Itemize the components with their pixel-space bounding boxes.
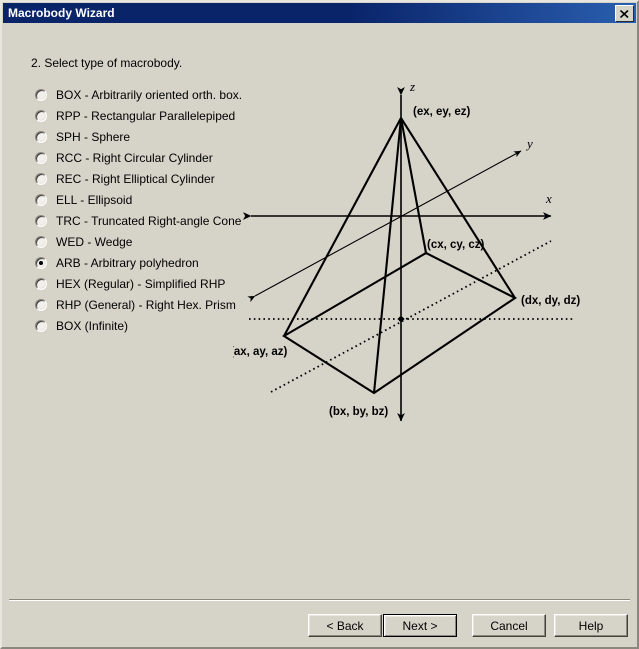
help-button[interactable]: Help [554,614,628,637]
title-bar: Macrobody Wizard [3,3,636,23]
diagram-canvas: z y x (ex, ey, ez) (cx, cy, cz) (dx, dy,… [233,79,580,422]
next-button[interactable]: Next > [383,614,457,637]
radio-option-label: RPP - Rectangular Parallelepiped [56,108,236,123]
radio-option-label: REC - Right Elliptical Cylinder [56,171,215,186]
radio-indicator [35,172,47,185]
radio-option-label: ELL - Ellipsoid [56,192,133,207]
window-title: Macrobody Wizard [8,6,115,20]
close-icon[interactable] [615,5,634,22]
polyhedron-base [281,251,518,395]
radio-option-label: BOX - Arbitrarily oriented orth. box. [56,87,243,102]
radio-indicator [35,277,47,290]
vertex-label-d: (dx, dy, dz) [521,295,580,307]
radio-option-label: ARB - Arbitrary polyhedron [56,255,199,270]
radio-option-label: HEX (Regular) - Simplified RHP [56,276,226,291]
radio-indicator [35,319,47,332]
radio-indicator [35,193,47,206]
vertex-label-e: (ex, ey, ez) [413,106,470,118]
page-title: 2. Select type of macrobody. [31,56,183,70]
macrobody-wizard-dialog: Macrobody Wizard 2. Select type of macro… [0,0,639,649]
dialog-button-bar: < Back Next > Cancel Help [3,614,636,644]
dialog-client-area: 2. Select type of macrobody. BOX - Arbit… [3,23,636,646]
radio-option-label: RHP (General) - Right Hex. Prism [56,297,236,312]
back-button[interactable]: < Back [308,614,382,637]
footer-separator [9,599,630,601]
radio-indicator [35,256,47,269]
radio-indicator [35,130,47,143]
radio-indicator [35,88,47,101]
radio-option-label: RCC - Right Circular Cylinder [56,150,213,165]
arb-polyhedron-diagram: z y x (ex, ey, ez) (cx, cy, cz) (dx, dy,… [233,58,633,438]
radio-indicator [35,109,47,122]
vertex-label-c: (cx, cy, cz) [427,239,484,251]
close-glyph [620,9,629,18]
y-axis-label: y [525,136,533,151]
x-axis-label: x [545,191,552,206]
radio-indicator [35,214,47,227]
cancel-button[interactable]: Cancel [472,614,546,637]
radio-option-label: TRC - Truncated Right-angle Cone [56,213,242,228]
radio-indicator [35,235,47,248]
vertex-label-b: (bx, by, bz) [329,406,388,418]
radio-option-label: WED - Wedge [56,234,133,249]
dotted-diagonal-guide [270,240,552,393]
origin-point [398,316,404,322]
z-axis-label: z [409,79,415,94]
vertex-label-a: (ax, ay, az) [233,346,287,358]
radio-option-label: SPH - Sphere [56,129,131,144]
radio-indicator [35,151,47,164]
radio-indicator [35,298,47,311]
radio-option-label: BOX (Infinite) [56,318,129,333]
